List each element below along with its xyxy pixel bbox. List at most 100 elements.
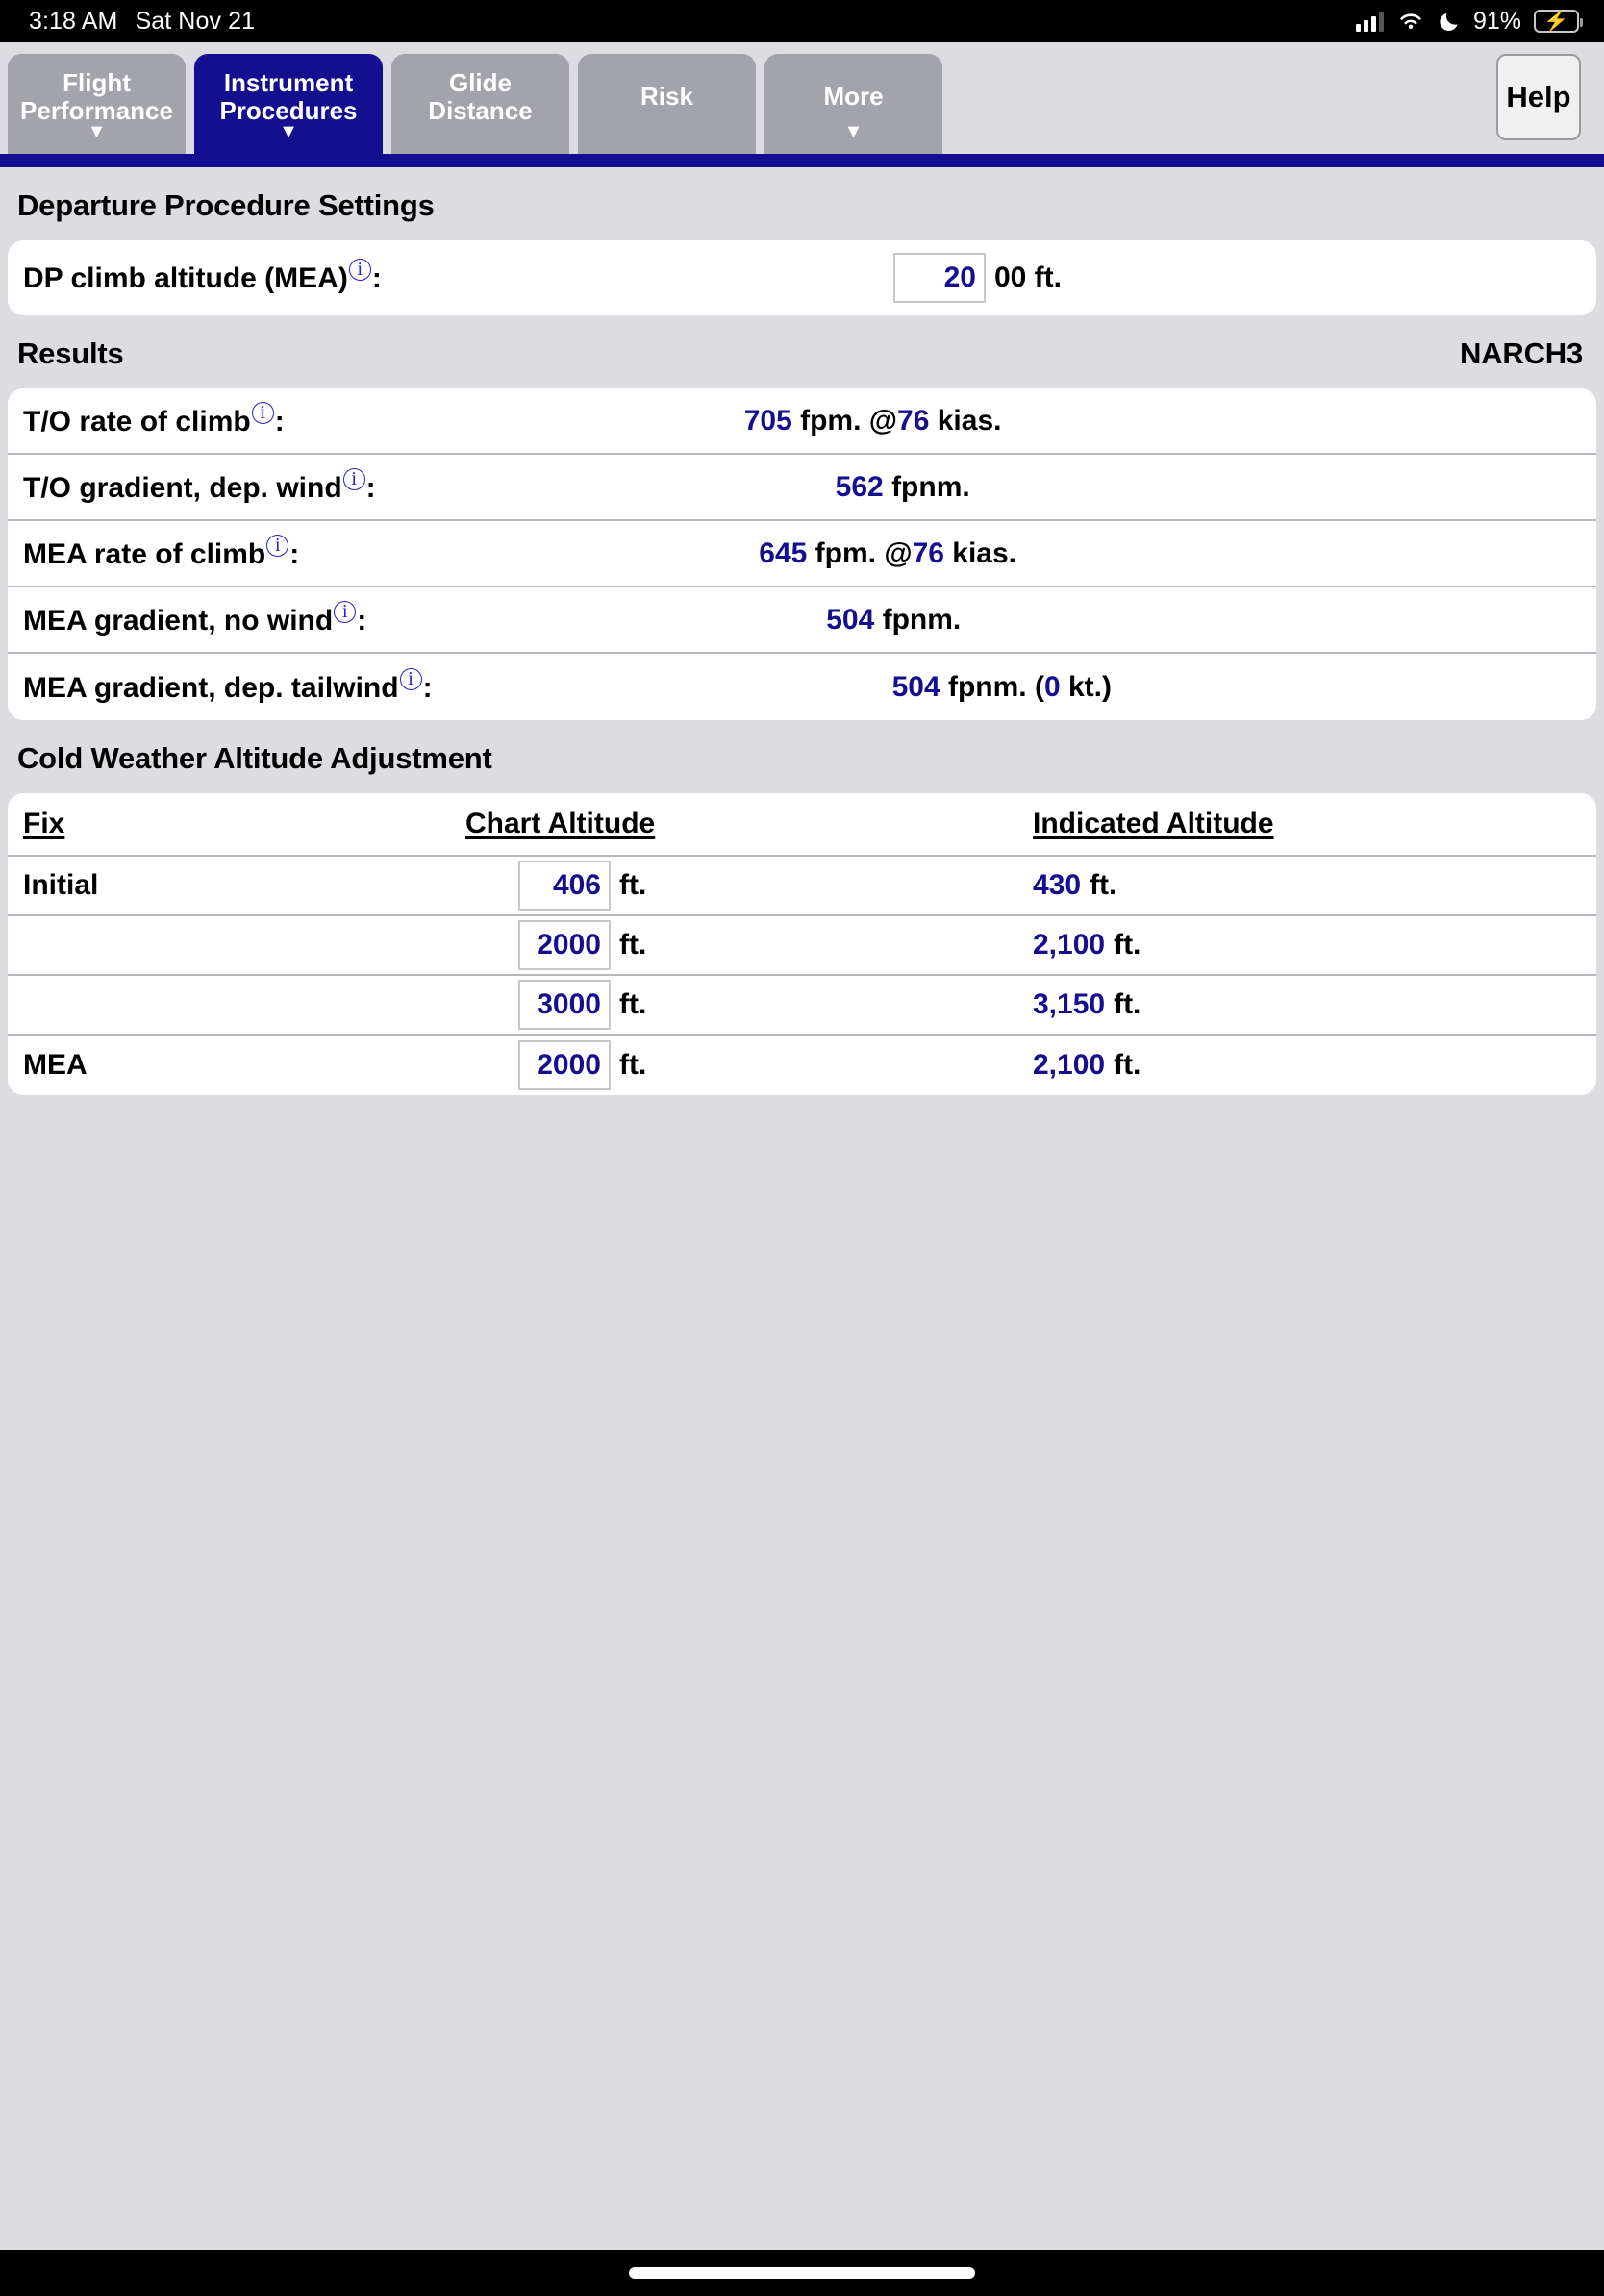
info-icon[interactable]: i — [399, 667, 422, 690]
column-header-fix: Fix — [23, 808, 65, 839]
result-label-text: T/O rate of climb — [23, 405, 251, 437]
status-bar-left: 3:18 AM Sat Nov 21 — [29, 8, 255, 36]
cell-indicated-altitude: 3,150 ft. — [744, 988, 1581, 1021]
procedure-name: NARCH3 — [1460, 337, 1583, 370]
status-date: Sat Nov 21 — [135, 7, 256, 35]
result-row-mea-gradient-dep-tailwind: MEA gradient, dep. tailwind i: 504 fpnm. … — [8, 654, 1596, 720]
dp-climb-altitude-suffix: 00 ft. — [993, 262, 1062, 293]
tab-bar-underline — [0, 154, 1604, 167]
result-value: 645 fpm. @76 kias. — [759, 537, 1016, 570]
column-header-chart-altitude: Chart Altitude — [465, 808, 656, 839]
status-bar-right: 91% ⚡ — [1355, 7, 1583, 36]
chart-altitude-input[interactable]: 2000 — [518, 1040, 611, 1090]
result-value: 504 fpnm. (0 kt.) — [892, 671, 1112, 704]
chart-altitude-unit: ft. — [619, 1049, 647, 1081]
home-bar — [0, 2250, 1604, 2296]
home-indicator[interactable] — [629, 2267, 975, 2279]
battery-percent: 91% — [1472, 7, 1521, 35]
result-value-primary: 504 — [891, 670, 940, 703]
tab-glide-distance-line2: Distance — [428, 96, 533, 126]
chevron-down-icon: ▼ — [843, 121, 864, 142]
result-unit-primary: fpnm. — [874, 603, 962, 636]
result-unit-primary: fpm. @ — [791, 404, 898, 437]
info-icon[interactable]: i — [251, 401, 274, 424]
result-label: MEA rate of climb i: — [23, 534, 300, 570]
result-value: 504 fpnm. — [826, 604, 961, 636]
dp-climb-altitude-colon: : — [371, 262, 382, 294]
info-icon[interactable]: i — [266, 534, 289, 557]
result-label: T/O gradient, dep. wind i: — [23, 467, 376, 504]
info-icon[interactable]: i — [342, 467, 365, 490]
departure-settings-card: DP climb altitude (MEA) i: 20 00 ft. — [8, 240, 1596, 315]
indicated-altitude-unit: ft. — [1114, 988, 1141, 1020]
result-row-to-gradient-dep-wind: T/O gradient, dep. wind i: 562 fpnm. — [8, 455, 1596, 521]
tab-glide-distance[interactable]: Glide Distance — [391, 54, 569, 154]
table-row: MEA 2000 ft. 2,100 ft. — [8, 1036, 1596, 1095]
cell-indicated-altitude: 430 ft. — [744, 869, 1581, 902]
tab-flight-performance[interactable]: Flight Performance ▼ — [8, 54, 186, 154]
result-value-secondary: 0 — [1043, 670, 1061, 703]
result-value-secondary: 76 — [897, 404, 930, 437]
dp-climb-altitude-input[interactable]: 20 — [892, 253, 986, 303]
results-title: Results — [17, 337, 124, 370]
chevron-down-icon: ▼ — [87, 121, 107, 142]
info-icon[interactable]: i — [334, 600, 357, 623]
cold-weather-title: Cold Weather Altitude Adjustment — [17, 741, 492, 775]
result-label: T/O rate of climb i: — [23, 401, 285, 437]
indicated-altitude-unit: ft. — [1114, 929, 1141, 961]
cold-weather-card: Fix Chart Altitude Indicated Altitude In… — [8, 793, 1596, 1095]
app-screen: 3:18 AM Sat Nov 21 91% ⚡ Flight Performa… — [0, 0, 1604, 2296]
departure-settings-title: Departure Procedure Settings — [17, 188, 435, 222]
result-value: 705 fpm. @76 kias. — [744, 405, 1002, 437]
result-value-primary: 562 — [835, 470, 884, 503]
tab-risk[interactable]: Risk — [578, 54, 756, 154]
cell-chart-altitude: 406 ft. — [340, 861, 744, 911]
result-row-mea-gradient-no-wind: MEA gradient, no wind i: 504 fpnm. — [8, 587, 1596, 654]
result-value-secondary: 76 — [912, 537, 944, 569]
tab-bar: Flight Performance ▼ Instrument Procedur… — [0, 42, 1604, 154]
result-unit-secondary: kias. — [929, 404, 1002, 437]
tab-instrument-procedures[interactable]: Instrument Procedures ▼ — [194, 54, 383, 154]
result-label-text: MEA gradient, no wind — [23, 604, 334, 636]
help-button[interactable]: Help — [1496, 54, 1581, 140]
results-card: T/O rate of climb i: 705 fpm. @76 kias. T… — [8, 388, 1596, 720]
result-unit-secondary: kt.) — [1060, 670, 1112, 703]
result-value-primary: 645 — [759, 537, 808, 569]
chart-altitude-input[interactable]: 406 — [518, 861, 611, 911]
column-header-indicated-altitude: Indicated Altitude — [1033, 808, 1274, 839]
results-header: Results NARCH3 — [0, 315, 1604, 388]
chart-altitude-input[interactable]: 2000 — [518, 920, 611, 970]
cell-fix: Initial — [23, 869, 99, 901]
result-label: MEA gradient, dep. tailwind i: — [23, 667, 433, 704]
result-label-text: MEA gradient, dep. tailwind — [23, 671, 399, 704]
chevron-down-icon: ▼ — [279, 121, 298, 142]
dp-climb-altitude-label: DP climb altitude (MEA) i: — [23, 259, 382, 295]
tab-more-label: More — [823, 82, 884, 111]
dp-climb-altitude-label-text: DP climb altitude (MEA) — [23, 262, 348, 294]
chart-altitude-unit: ft. — [619, 988, 647, 1020]
indicated-altitude-unit: ft. — [1114, 1049, 1141, 1081]
chart-altitude-unit: ft. — [619, 869, 647, 901]
result-unit-secondary: kias. — [943, 537, 1017, 569]
indicated-altitude-unit: ft. — [1090, 869, 1117, 901]
wifi-icon — [1396, 11, 1425, 32]
tab-flight-performance-line1: Flight — [63, 68, 131, 97]
cell-chart-altitude: 3000 ft. — [340, 980, 744, 1030]
cell-indicated-altitude: 2,100 ft. — [744, 1049, 1581, 1082]
result-row-to-rate-of-climb: T/O rate of climb i: 705 fpm. @76 kias. — [8, 388, 1596, 455]
result-label-text: T/O gradient, dep. wind — [23, 471, 342, 504]
result-unit-primary: fpm. @ — [807, 537, 913, 569]
tab-risk-label: Risk — [640, 82, 693, 111]
indicated-altitude-value: 430 — [1033, 869, 1082, 901]
cold-weather-table-header: Fix Chart Altitude Indicated Altitude — [8, 793, 1596, 857]
cell-chart-altitude: 2000 ft. — [340, 1040, 744, 1090]
tab-more[interactable]: More ▼ — [764, 54, 942, 154]
info-icon[interactable]: i — [348, 259, 371, 281]
table-row: 3000 ft. 3,150 ft. — [8, 976, 1596, 1036]
chart-altitude-input[interactable]: 3000 — [518, 980, 611, 1030]
status-bar: 3:18 AM Sat Nov 21 91% ⚡ — [0, 0, 1604, 42]
cell-indicated-altitude: 2,100 ft. — [744, 929, 1581, 961]
chart-altitude-unit: ft. — [619, 929, 647, 961]
tab-instrument-procedures-line1: Instrument — [223, 68, 354, 97]
result-row-mea-rate-of-climb: MEA rate of climb i: 645 fpm. @76 kias. — [8, 521, 1596, 587]
